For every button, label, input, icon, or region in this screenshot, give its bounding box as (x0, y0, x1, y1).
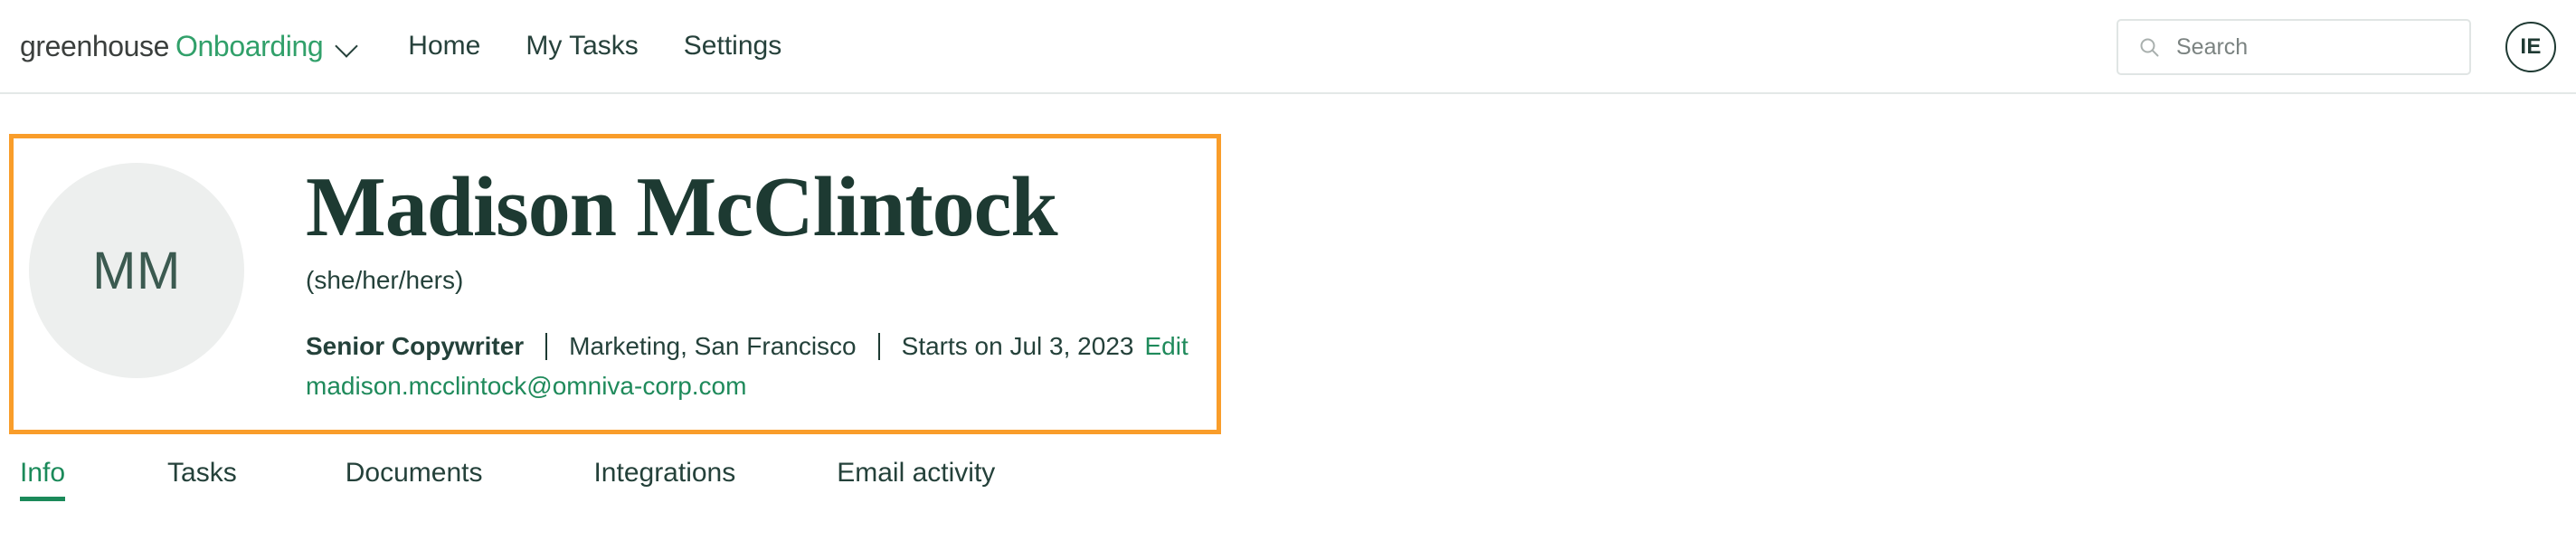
main-nav: Home My Tasks Settings (408, 33, 781, 60)
employee-department-location: Marketing, San Francisco (569, 332, 857, 361)
employee-start-date: Starts on Jul 3, 2023 (901, 332, 1134, 361)
top-navigation-bar: greenhouse Onboarding Home My Tasks Setti… (0, 0, 2576, 94)
search-box[interactable] (2117, 19, 2471, 75)
tab-integrations[interactable]: Integrations (593, 460, 735, 501)
search-icon (2140, 38, 2159, 57)
brand-logo-menu[interactable]: greenhouse Onboarding (20, 32, 359, 61)
chevron-down-icon[interactable] (336, 34, 359, 58)
edit-start-date-link[interactable]: Edit (1144, 334, 1188, 359)
tab-info[interactable]: Info (20, 460, 66, 501)
employee-profile-card: MM Madison McClintock (she/her/hers) Sen… (9, 134, 1221, 434)
employee-meta-row: Senior Copywriter Marketing, San Francis… (306, 332, 1189, 361)
employee-email-link[interactable]: madison.mcclintock@omniva-corp.com (306, 374, 1189, 399)
brand-wordmark: greenhouse Onboarding (20, 30, 324, 62)
brand-company-name: greenhouse (20, 30, 170, 62)
profile-tab-bar: Info Tasks Documents Integrations Email … (0, 460, 2576, 501)
employee-info: Madison McClintock (she/her/hers) Senior… (306, 160, 1189, 399)
user-avatar[interactable]: IE (2505, 22, 2556, 72)
meta-divider (545, 333, 548, 361)
nav-link-home[interactable]: Home (408, 33, 480, 60)
employee-name: Madison McClintock (306, 160, 1058, 254)
tab-email-activity[interactable]: Email activity (837, 460, 995, 501)
brand-product-name: Onboarding (175, 30, 324, 62)
nav-link-my-tasks[interactable]: My Tasks (526, 33, 638, 60)
employee-job-title: Senior Copywriter (306, 332, 525, 361)
nav-link-settings[interactable]: Settings (684, 33, 781, 60)
meta-divider (877, 333, 880, 361)
employee-pronouns: (she/her/hers) (306, 266, 464, 295)
tab-documents[interactable]: Documents (346, 460, 483, 501)
tab-tasks[interactable]: Tasks (167, 460, 237, 501)
search-input[interactable] (2176, 33, 2448, 61)
topbar-right-cluster: IE (2117, 0, 2556, 94)
employee-avatar: MM (29, 163, 244, 378)
